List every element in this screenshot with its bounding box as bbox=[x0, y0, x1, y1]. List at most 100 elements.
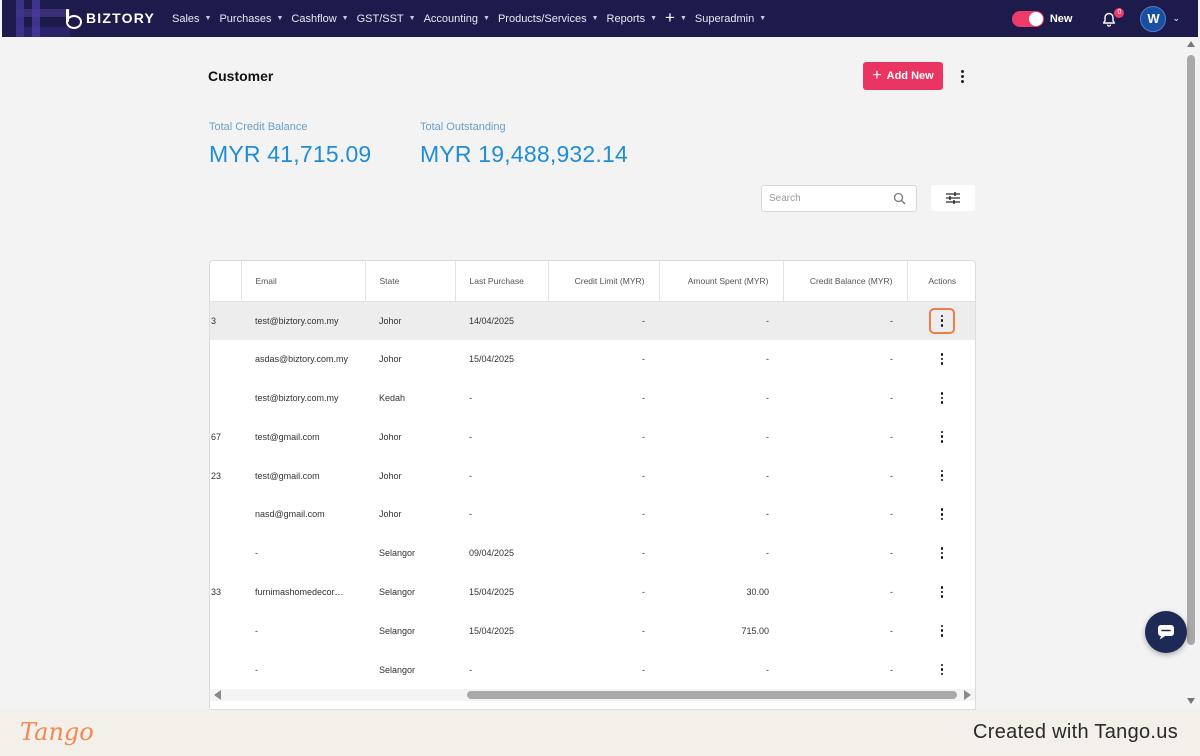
top-navbar: BIZTORY Sales ▼ Purchases ▼ Cashflow ▼ GST/… bbox=[2, 0, 1198, 37]
column-header[interactable] bbox=[210, 261, 242, 302]
table-cell-state: Johor bbox=[365, 301, 455, 340]
menu-reports[interactable]: Reports ▼ bbox=[603, 13, 661, 25]
table-cell-email: - bbox=[255, 625, 258, 636]
page-title: Customer bbox=[208, 68, 274, 84]
stat-value: MYR 19,488,932.14 bbox=[420, 141, 628, 167]
table-cell-limit: - bbox=[642, 392, 645, 403]
row-actions-menu-icon[interactable] bbox=[929, 501, 955, 527]
chevron-down-icon[interactable]: ⌄ bbox=[1172, 13, 1180, 24]
table-cell-last: - bbox=[469, 664, 472, 675]
table-cell-spent: - bbox=[659, 301, 783, 340]
table-cell-limit: - bbox=[642, 664, 645, 675]
chat-button[interactable] bbox=[1145, 611, 1187, 653]
row-actions-menu-icon[interactable] bbox=[929, 424, 955, 450]
column-header-last-purchase[interactable]: Last Purchase bbox=[455, 261, 549, 302]
add-new-label: Add New bbox=[886, 70, 934, 82]
menu-label: Purchases bbox=[219, 12, 272, 25]
filter-button[interactable] bbox=[931, 185, 975, 211]
table-cell-c0: 67 bbox=[211, 431, 222, 442]
menu-cashflow[interactable]: Cashflow ▼ bbox=[287, 13, 352, 25]
table-cell-c0 bbox=[210, 650, 241, 689]
scroll-up-arrow-icon[interactable] bbox=[1187, 41, 1195, 47]
table-row[interactable]: 3 test@biztory.com.my Johor 14/04/2025- - - bbox=[210, 301, 975, 340]
caret-down-icon: ▼ bbox=[591, 15, 599, 22]
table-cell-email: - bbox=[255, 548, 258, 559]
menu-label: Products/Services bbox=[497, 12, 587, 25]
plus-icon: + bbox=[665, 8, 675, 27]
column-header-amount-spent[interactable]: Amount Spent (MYR) bbox=[659, 261, 784, 302]
menu-superadmin[interactable]: Superadmin ▼ bbox=[691, 13, 770, 25]
table-row[interactable]: asdas@biztory.com.my Johor 15/04/2025 - - - bbox=[210, 340, 975, 379]
scrollbar-thumb[interactable] bbox=[1187, 55, 1195, 645]
search-icon[interactable] bbox=[893, 192, 906, 205]
menu-purchases[interactable]: Purchases ▼ bbox=[215, 13, 287, 25]
table-cell-state: Johor bbox=[379, 470, 402, 481]
search-box bbox=[761, 185, 917, 212]
menu-accounting[interactable]: Accounting ▼ bbox=[420, 13, 494, 25]
table-row[interactable]: test@biztory.com.my Kedah - - - - bbox=[210, 379, 975, 418]
table-cell-state: Johor bbox=[379, 509, 402, 520]
row-actions-menu-icon[interactable] bbox=[929, 346, 955, 372]
plus-icon: + bbox=[872, 66, 882, 84]
vertical-scrollbar[interactable] bbox=[1184, 37, 1198, 710]
table-cell-actions bbox=[907, 534, 975, 573]
table-cell-state: Kedah bbox=[379, 392, 406, 403]
table-cell-last: - bbox=[469, 509, 472, 520]
caret-down-icon: ▼ bbox=[204, 15, 212, 22]
table-cell-c0 bbox=[210, 611, 241, 650]
row-actions-menu-icon[interactable] bbox=[929, 579, 955, 605]
table-row[interactable]: - Selangor 09/04/2025 - - - bbox=[210, 534, 975, 573]
stat-total-outstanding: Total Outstanding MYR 19,488,932.14 bbox=[420, 121, 628, 168]
table-row[interactable]: 23 test@gmail.com Johor - - - - bbox=[210, 456, 975, 495]
more-options-icon[interactable] bbox=[954, 66, 970, 86]
main-content: Customer + Add New Total Credit Balance … bbox=[2, 37, 1186, 710]
menu-products-services[interactable]: Products/Services ▼ bbox=[494, 13, 603, 25]
menu-gst-sst[interactable]: GST/SST ▼ bbox=[353, 13, 420, 25]
table-row[interactable]: - Selangor 15/04/2025 - 715.00 - bbox=[210, 611, 975, 650]
table-cell-email: nasd@gmail.com bbox=[255, 509, 325, 520]
scroll-left-arrow-icon[interactable] bbox=[214, 690, 221, 700]
new-ui-toggle[interactable] bbox=[1011, 10, 1044, 27]
menu-label: Cashflow bbox=[291, 12, 337, 25]
menu-sales[interactable]: Sales ▼ bbox=[168, 13, 215, 25]
row-actions-menu-icon[interactable] bbox=[929, 618, 955, 644]
stat-label: Total Credit Balance bbox=[209, 121, 308, 133]
menu-label: Reports bbox=[606, 12, 646, 25]
table-row[interactable]: 67 test@gmail.com Johor - - - - bbox=[210, 417, 975, 456]
scrollbar-thumb[interactable] bbox=[467, 691, 957, 699]
table-cell-actions bbox=[907, 650, 975, 689]
table-cell-last: - bbox=[469, 431, 472, 442]
stat-label: Total Outstanding bbox=[420, 121, 506, 133]
row-actions-menu-icon[interactable] bbox=[929, 657, 955, 683]
add-new-button[interactable]: + Add New bbox=[863, 62, 943, 90]
horizontal-scrollbar[interactable] bbox=[210, 689, 975, 701]
table-row[interactable]: nasd@gmail.com Johor - - - - bbox=[210, 495, 975, 534]
menu-quick-create[interactable]: + ▼ bbox=[661, 8, 691, 27]
table-cell-limit: - bbox=[642, 431, 645, 442]
column-header-credit-balance[interactable]: Credit Balance (MYR) bbox=[783, 261, 908, 302]
table-cell-last: - bbox=[469, 470, 472, 481]
row-actions-menu-icon[interactable] bbox=[929, 540, 955, 566]
toggle-label: New bbox=[1049, 12, 1073, 25]
column-header-state[interactable]: State bbox=[365, 261, 456, 302]
user-avatar[interactable]: W bbox=[1140, 5, 1167, 32]
table-row[interactable]: 33 furnimashomedecor@... Selangor 15/04/202… bbox=[210, 573, 975, 612]
brand-logo[interactable]: BIZTORY bbox=[64, 9, 155, 29]
row-actions-menu-icon[interactable] bbox=[929, 385, 955, 411]
table-cell-state: Selangor bbox=[379, 586, 416, 597]
scroll-down-arrow-icon[interactable] bbox=[1187, 698, 1195, 704]
table-cell-c0 bbox=[210, 340, 241, 379]
table-cell-last: - bbox=[469, 392, 472, 403]
table-cell-spent: - bbox=[766, 392, 769, 403]
table-cell-email: asdas@biztory.com.my bbox=[255, 354, 348, 365]
scroll-right-arrow-icon[interactable] bbox=[964, 690, 971, 700]
row-actions-menu-icon[interactable] bbox=[929, 307, 955, 334]
column-header-credit-limit[interactable]: Credit Limit (MYR) bbox=[548, 261, 660, 302]
table-cell-state: Johor bbox=[379, 354, 402, 365]
row-actions-menu-icon[interactable] bbox=[929, 463, 955, 489]
notifications-button[interactable]: 0 bbox=[1100, 7, 1125, 30]
column-header-email[interactable]: Email bbox=[241, 261, 366, 302]
search-input[interactable] bbox=[762, 186, 882, 211]
table-row[interactable]: - Selangor - - - - bbox=[210, 650, 975, 689]
menu-label: Sales bbox=[172, 12, 200, 25]
